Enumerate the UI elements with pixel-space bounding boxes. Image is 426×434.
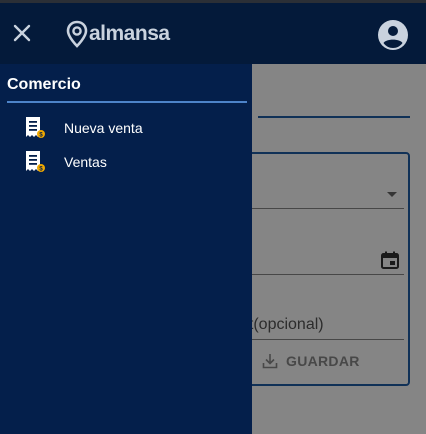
nav-item-label: Ventas [64,154,107,170]
receipt-icon: $ [26,151,45,173]
location-pin-icon [66,20,88,48]
logo-text: almansa [89,22,170,45]
top-app-bar: almansa [0,0,426,64]
drawer-divider [7,101,247,103]
nav-item-ventas[interactable]: $ Ventas [24,148,244,176]
nav-item-label: Nueva venta [64,120,143,136]
logo: almansa [66,19,170,49]
navigation-drawer: Comercio $ Nueva venta $ Ventas [0,64,252,434]
account-circle-icon[interactable] [377,19,409,51]
receipt-icon: $ [26,117,45,139]
nav-item-nueva-venta[interactable]: $ Nueva venta [24,114,244,142]
close-icon[interactable] [10,21,34,45]
drawer-section-title: Comercio [7,76,81,93]
